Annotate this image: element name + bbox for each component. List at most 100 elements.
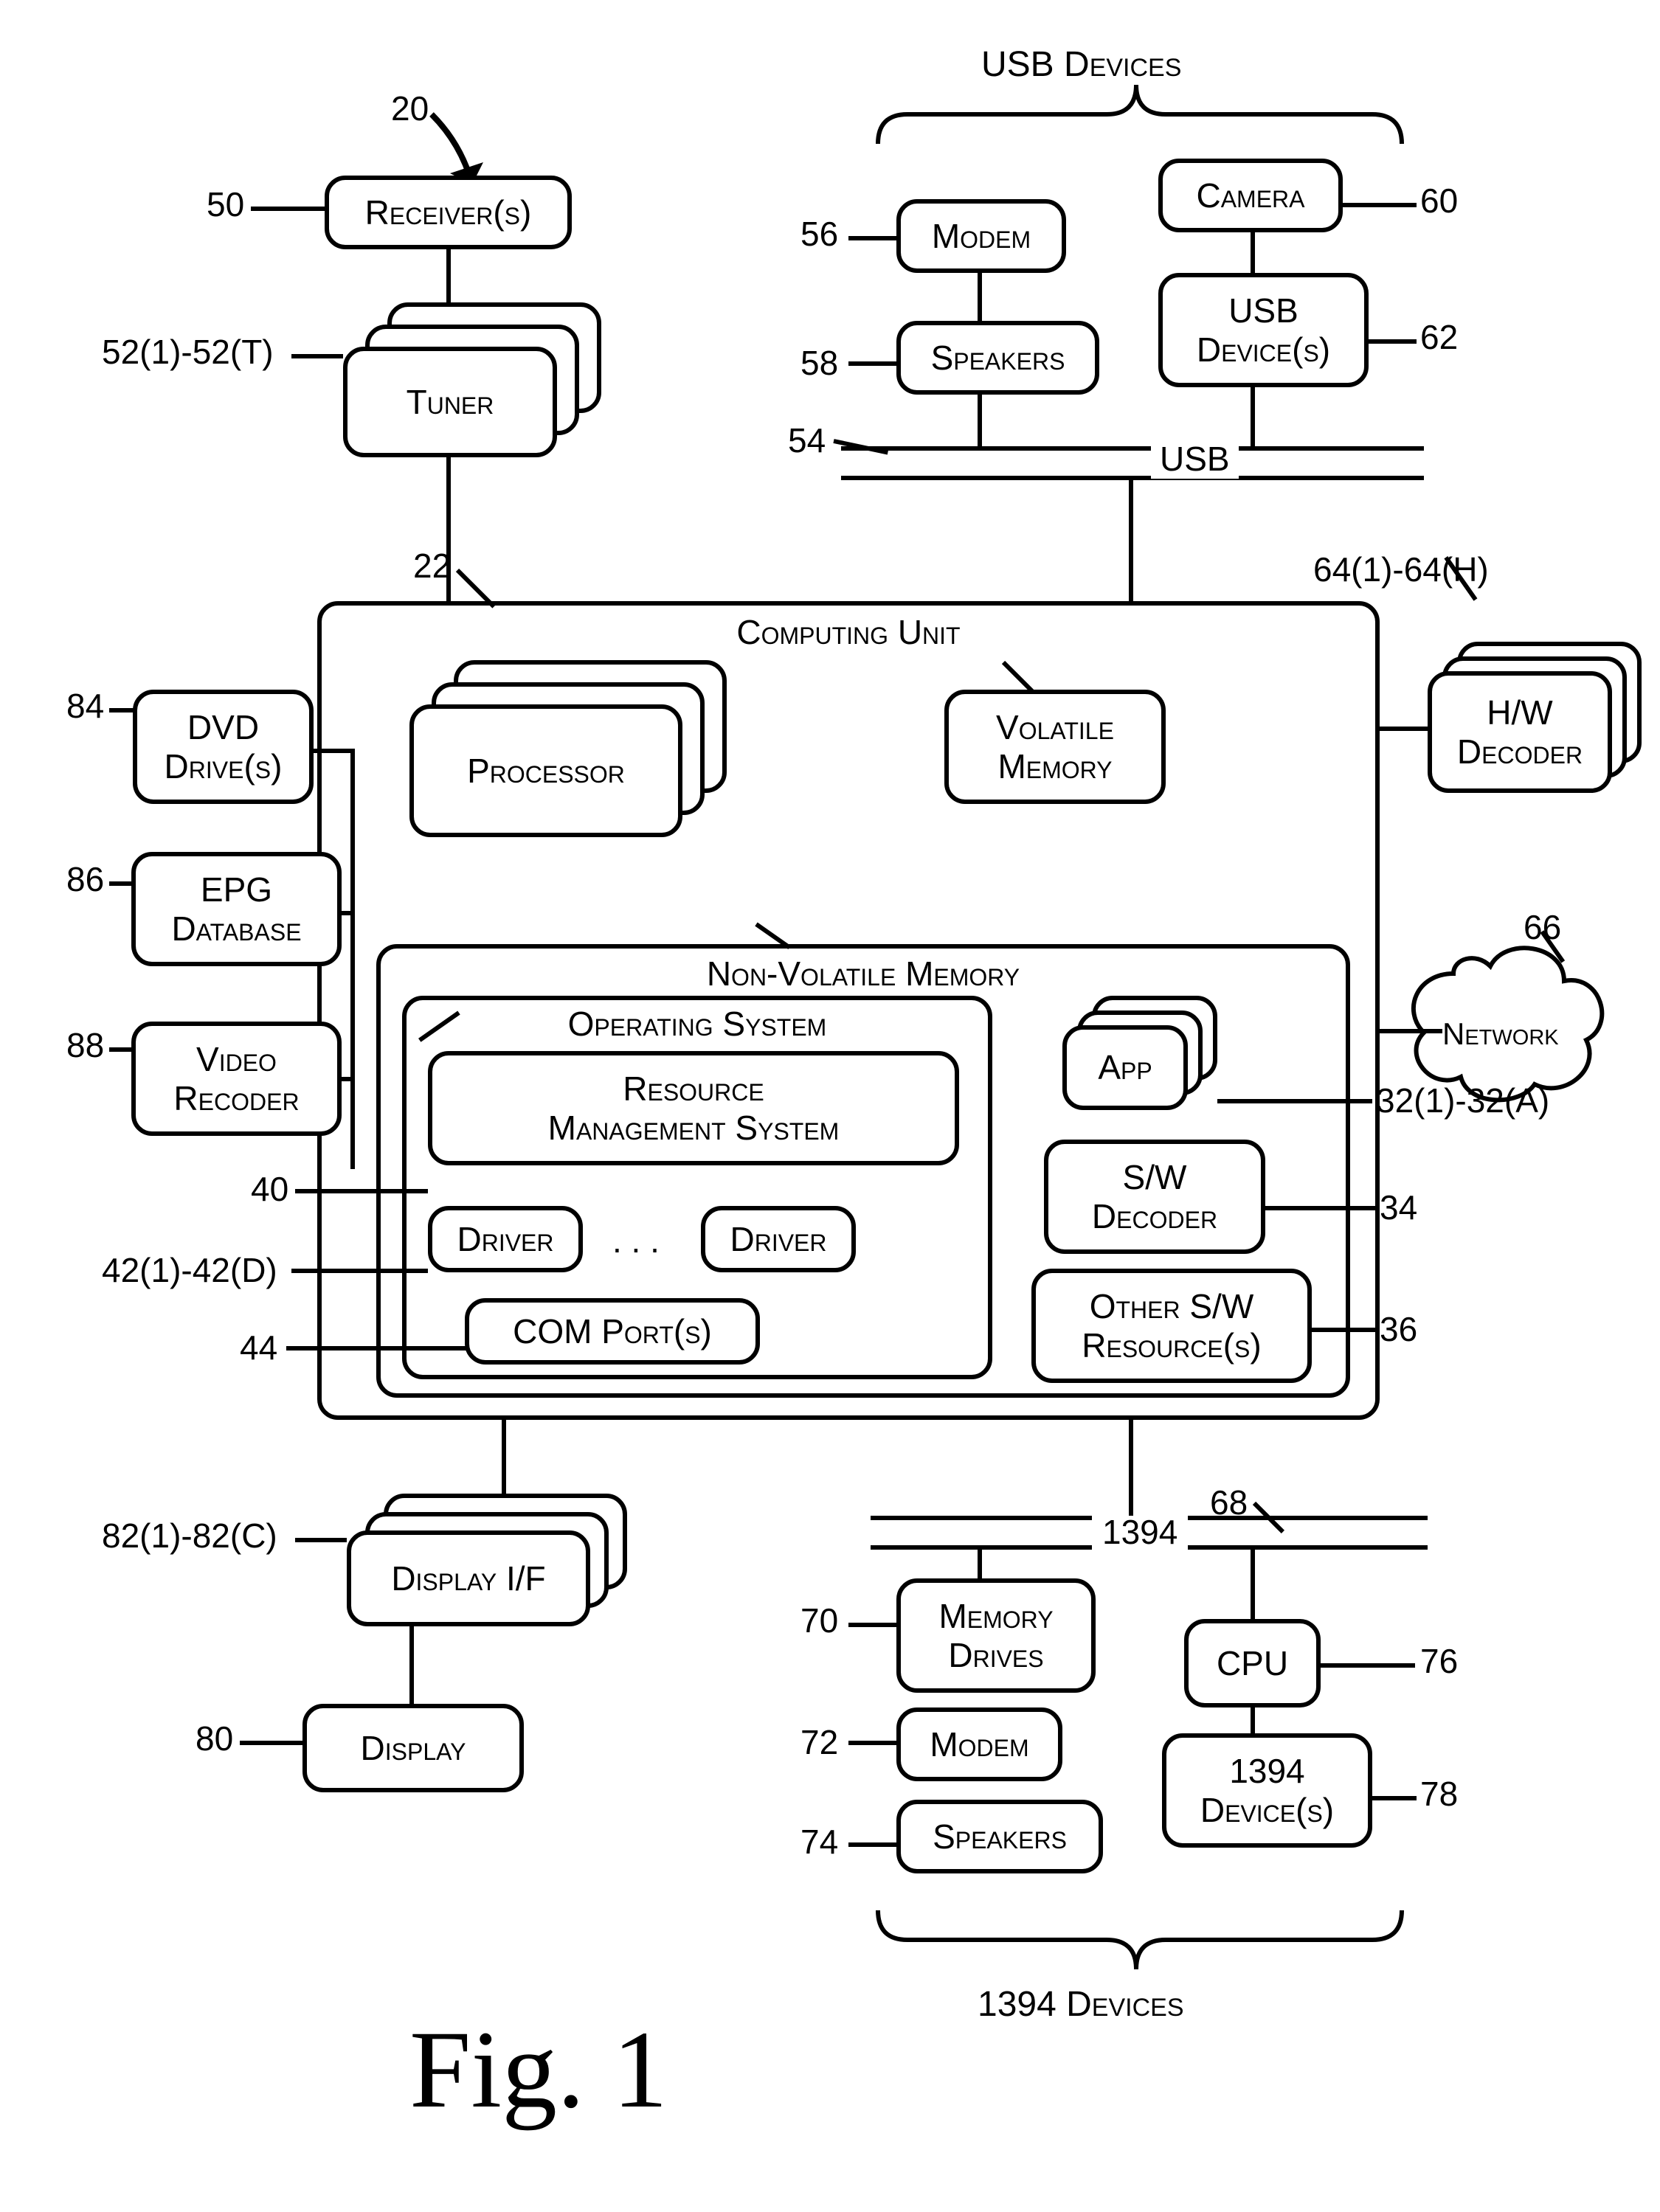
ref-60: 60 bbox=[1420, 181, 1458, 221]
os-title: Operating System bbox=[568, 1005, 827, 1044]
driver-box-1: Driver bbox=[428, 1206, 583, 1272]
processor-box: Processor bbox=[409, 704, 682, 837]
leader-52 bbox=[291, 354, 343, 358]
dvd-drives-box: DVD Drive(s) bbox=[133, 690, 314, 804]
leader-82 bbox=[295, 1538, 347, 1542]
ref-70: 70 bbox=[800, 1601, 838, 1640]
leader-56 bbox=[848, 236, 896, 240]
leader-72 bbox=[848, 1741, 896, 1745]
network-label: Network bbox=[1442, 1016, 1559, 1052]
driver-dots: . . . bbox=[612, 1221, 660, 1261]
leader-70 bbox=[848, 1623, 896, 1627]
cpu-box: CPU bbox=[1184, 1619, 1321, 1707]
usb-devices-box: USB Device(s) bbox=[1158, 273, 1369, 387]
leader-78 bbox=[1372, 1796, 1417, 1800]
ref-76: 76 bbox=[1420, 1641, 1458, 1681]
ref-52: 52(1)-52(T) bbox=[102, 332, 274, 372]
ref-66: 66 bbox=[1524, 907, 1561, 947]
leader-40 bbox=[295, 1189, 428, 1193]
ref-34: 34 bbox=[1380, 1188, 1417, 1227]
conn-recv-tuner bbox=[446, 249, 451, 305]
leader-80 bbox=[240, 1741, 302, 1745]
leader-84 bbox=[109, 708, 135, 713]
usb-bus-line-top bbox=[841, 446, 1424, 451]
ref-80: 80 bbox=[196, 1719, 233, 1758]
leader-44 bbox=[286, 1346, 467, 1351]
display-box: Display bbox=[302, 1704, 524, 1792]
ref-40: 40 bbox=[251, 1169, 288, 1209]
devices-1394-box: 1394 Device(s) bbox=[1162, 1733, 1372, 1848]
resource-mgmt-box: Resource Management System bbox=[428, 1051, 959, 1165]
app-box: App bbox=[1062, 1025, 1188, 1110]
devices-1394-title: 1394 Devices bbox=[978, 1984, 1184, 2025]
conn-1394-cpu bbox=[1251, 1545, 1255, 1619]
conn-cu-hwdec bbox=[1380, 727, 1428, 731]
ref-44: 44 bbox=[240, 1328, 277, 1367]
epg-database-box: EPG Database bbox=[131, 852, 342, 966]
hw-decoder-box: H/W Decoder bbox=[1428, 671, 1612, 793]
conn-cam-usbd bbox=[1251, 232, 1255, 273]
speakers2-box: Speakers bbox=[896, 1800, 1103, 1873]
ref-42: 42(1)-42(D) bbox=[102, 1250, 277, 1290]
conn-vrec bbox=[342, 1077, 355, 1081]
leader-36 bbox=[1312, 1328, 1378, 1332]
modem2-box: Modem bbox=[896, 1707, 1062, 1781]
leader-76 bbox=[1321, 1663, 1415, 1668]
usb-devices-title: USB Devices bbox=[981, 44, 1181, 85]
leader-62 bbox=[1369, 339, 1417, 344]
ref-62: 62 bbox=[1420, 317, 1458, 357]
leader-60 bbox=[1343, 203, 1417, 207]
conn-modem-sp bbox=[978, 273, 982, 321]
conn-cu-dif bbox=[502, 1420, 506, 1494]
conn-usb-cu bbox=[1129, 476, 1133, 601]
memory-drives-box: Memory Drives bbox=[896, 1578, 1096, 1693]
volatile-memory-box: Volatile Memory bbox=[944, 690, 1166, 804]
ref-58: 58 bbox=[800, 343, 838, 383]
conn-dvd bbox=[314, 749, 354, 753]
leader-88 bbox=[109, 1047, 133, 1052]
modem-box: Modem bbox=[896, 199, 1066, 273]
com-ports-box: COM Port(s) bbox=[465, 1298, 760, 1365]
ref-82: 82(1)-82(C) bbox=[102, 1516, 277, 1556]
ref-84: 84 bbox=[66, 686, 104, 726]
leader-34 bbox=[1265, 1206, 1376, 1210]
ref-32: 32(1)-32(A) bbox=[1376, 1081, 1549, 1120]
ref-74: 74 bbox=[800, 1822, 838, 1862]
speakers-box: Speakers bbox=[896, 321, 1099, 395]
bus-1394-label: 1394 bbox=[1092, 1512, 1188, 1552]
sw-decoder-box: S/W Decoder bbox=[1044, 1140, 1265, 1254]
conn-cu-1394 bbox=[1129, 1420, 1133, 1516]
ref-54: 54 bbox=[788, 420, 826, 460]
nvm-title: Non-Volatile Memory bbox=[707, 954, 1020, 994]
receivers-box: Receiver(s) bbox=[325, 176, 572, 249]
conn-cpu-1394d bbox=[1251, 1707, 1255, 1733]
ref-36: 36 bbox=[1380, 1309, 1417, 1349]
leader-74 bbox=[848, 1842, 896, 1847]
leader-50 bbox=[251, 207, 325, 211]
conn-dif-disp bbox=[409, 1626, 414, 1704]
conn-epg bbox=[342, 911, 355, 915]
camera-box: Camera bbox=[1158, 159, 1343, 232]
ref-88: 88 bbox=[66, 1025, 104, 1065]
conn-spk-bus bbox=[978, 395, 982, 450]
ref-22: 22 bbox=[413, 546, 451, 586]
conn-cu-net bbox=[1380, 1029, 1442, 1033]
ref-78: 78 bbox=[1420, 1774, 1458, 1814]
ref-72: 72 bbox=[800, 1722, 838, 1762]
ref-86: 86 bbox=[66, 859, 104, 899]
usb-bus-label: USB bbox=[1151, 439, 1239, 479]
conn-1394-memd bbox=[978, 1545, 982, 1578]
leader-58 bbox=[848, 361, 896, 366]
video-recoder-box: Video Recoder bbox=[131, 1022, 342, 1136]
ref-56: 56 bbox=[800, 214, 838, 254]
figure-label: Fig. 1 bbox=[409, 2006, 668, 2133]
leader-42 bbox=[291, 1269, 428, 1273]
computing-unit-title: Computing Unit bbox=[736, 613, 960, 652]
ref-50: 50 bbox=[207, 184, 244, 224]
leader-86 bbox=[109, 881, 133, 886]
ref-20: 20 bbox=[391, 89, 429, 128]
display-if-box: Display I/F bbox=[347, 1530, 590, 1626]
leader-32 bbox=[1217, 1099, 1372, 1103]
driver-box-2: Driver bbox=[701, 1206, 856, 1272]
other-sw-box: Other S/W Resource(s) bbox=[1031, 1269, 1312, 1383]
